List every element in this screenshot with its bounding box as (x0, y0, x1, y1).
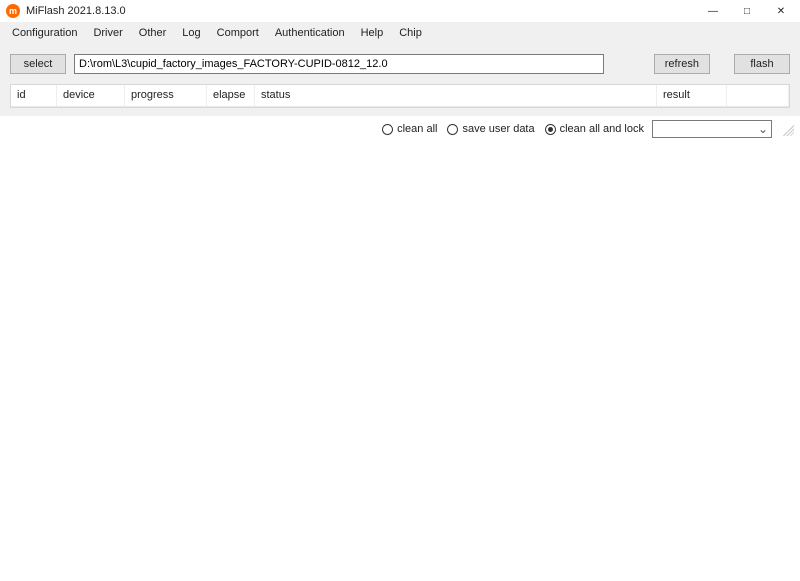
grid-header: id device progress elapse status result (11, 85, 789, 107)
watermark: GSMOFFICIAL.COM (796, 290, 800, 451)
radio-label: save user data (462, 123, 534, 135)
menu-help[interactable]: Help (353, 25, 392, 41)
menu-configuration[interactable]: Configuration (4, 25, 85, 41)
menubar: Configuration Driver Other Log Comport A… (0, 22, 800, 42)
app-icon: m (6, 4, 20, 18)
radio-icon (545, 124, 556, 135)
radio-save-user-data[interactable]: save user data (445, 123, 536, 135)
radio-icon (447, 124, 458, 135)
column-status[interactable]: status (255, 85, 657, 106)
radio-icon (382, 124, 393, 135)
column-id[interactable]: id (11, 85, 57, 106)
maximize-button[interactable]: □ (730, 0, 764, 22)
radio-clean-all[interactable]: clean all (380, 123, 439, 135)
column-device[interactable]: device (57, 85, 125, 106)
window-title: MiFlash 2021.8.13.0 (26, 5, 696, 17)
close-button[interactable]: ✕ (764, 0, 798, 22)
flash-button[interactable]: flash (734, 54, 790, 74)
main-area: select refresh flash id device progress … (0, 42, 800, 116)
radio-label: clean all and lock (560, 123, 644, 135)
footer: clean all save user data clean all and l… (0, 116, 800, 142)
menu-driver[interactable]: Driver (85, 25, 130, 41)
menu-chip[interactable]: Chip (391, 25, 430, 41)
radio-clean-all-and-lock[interactable]: clean all and lock (543, 123, 646, 135)
toolbar-row: select refresh flash (10, 54, 790, 74)
device-grid: id device progress elapse status result (10, 84, 790, 108)
menu-authentication[interactable]: Authentication (267, 25, 353, 41)
column-progress[interactable]: progress (125, 85, 207, 106)
select-button[interactable]: select (10, 54, 66, 74)
resize-grip-icon[interactable] (780, 122, 794, 136)
menu-log[interactable]: Log (174, 25, 208, 41)
column-result[interactable]: result (657, 85, 727, 106)
path-input[interactable] (74, 54, 604, 74)
titlebar: m MiFlash 2021.8.13.0 — □ ✕ (0, 0, 800, 22)
minimize-button[interactable]: — (696, 0, 730, 22)
mode-combo[interactable] (652, 120, 772, 138)
refresh-button[interactable]: refresh (654, 54, 710, 74)
column-elapse[interactable]: elapse (207, 85, 255, 106)
menu-comport[interactable]: Comport (209, 25, 267, 41)
column-tail (727, 85, 789, 106)
menu-other[interactable]: Other (131, 25, 175, 41)
radio-label: clean all (397, 123, 437, 135)
